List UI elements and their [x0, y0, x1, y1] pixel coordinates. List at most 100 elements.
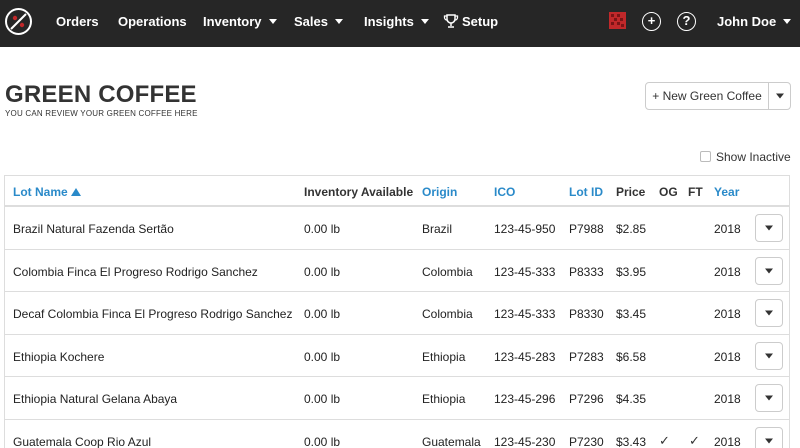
- table-body: Brazil Natural Fazenda Sertão 0.00 lb Br…: [5, 207, 789, 448]
- table-row[interactable]: Guatemala Coop Rio Azul 0.00 lb Guatemal…: [5, 420, 789, 448]
- ico-cell: 123-45-333: [494, 307, 556, 321]
- inventory-cell: 0.00 lb: [304, 222, 341, 236]
- chevron-down-icon: [334, 19, 343, 24]
- year-cell: 2018: [714, 392, 741, 406]
- new-green-coffee-button[interactable]: + New Green Coffee: [645, 82, 769, 110]
- nav-setup-label: Setup: [462, 14, 499, 29]
- price-cell: $6.58: [616, 349, 647, 364]
- lot-name-cell[interactable]: Decaf Colombia Finca El Progreso Rodrigo…: [13, 307, 292, 321]
- lot-id-cell: P8333: [569, 264, 604, 279]
- nav-inventory[interactable]: Inventory: [203, 0, 277, 47]
- inventory-cell: 0.00 lb: [304, 434, 341, 448]
- new-options-dropdown-button[interactable]: [768, 82, 791, 110]
- lot-id-cell: P7283: [569, 349, 604, 364]
- top-nav: Orders Operations Inventory Sales Insigh…: [0, 0, 800, 47]
- lot-name-cell[interactable]: Colombia Finca El Progreso Rodrigo Sanch…: [13, 265, 258, 279]
- ico-cell: 123-45-333: [494, 264, 556, 279]
- column-header-ft: FT: [688, 185, 703, 199]
- origin-cell: Brazil: [422, 222, 453, 236]
- row-actions-dropdown-button[interactable]: [755, 341, 783, 370]
- row-actions-dropdown-button[interactable]: [755, 384, 783, 412]
- lot-name-cell[interactable]: Brazil Natural Fazenda Sertão: [13, 222, 174, 236]
- price-cell: $3.43: [616, 434, 647, 448]
- nav-orders[interactable]: Orders: [56, 0, 99, 47]
- lot-id-cell: P7988: [569, 222, 604, 236]
- nav-sales[interactable]: Sales: [294, 0, 343, 47]
- inventory-cell: 0.00 lb: [304, 307, 341, 321]
- table-row[interactable]: Colombia Finca El Progreso Rodrigo Sanch…: [5, 250, 789, 292]
- nav-insights-label: Insights: [364, 14, 414, 29]
- row-actions-dropdown-button[interactable]: [755, 214, 783, 242]
- help-icon[interactable]: ?: [677, 12, 696, 31]
- user-menu[interactable]: John Doe: [717, 0, 792, 47]
- ico-cell: 123-45-296: [494, 392, 556, 406]
- chevron-down-icon: [765, 268, 773, 273]
- table-header: Lot Name Inventory Available Origin ICO …: [5, 176, 789, 207]
- chevron-down-icon: [765, 395, 773, 401]
- notifications-icon[interactable]: [609, 12, 626, 29]
- lot-name-cell[interactable]: Ethiopia Kochere: [13, 350, 104, 364]
- chevron-down-icon: [765, 353, 773, 358]
- column-header-inventory: Inventory Available: [304, 185, 414, 199]
- ico-cell: 123-45-230: [494, 434, 556, 448]
- row-actions-dropdown-button[interactable]: [755, 256, 783, 285]
- column-header-og: OG: [659, 185, 678, 199]
- lot-name-cell[interactable]: Guatemala Coop Rio Azul: [13, 435, 151, 448]
- add-icon[interactable]: +: [642, 12, 661, 31]
- nav-sales-label: Sales: [294, 14, 328, 29]
- row-actions-dropdown-button[interactable]: [755, 299, 783, 327]
- column-header-lot-name[interactable]: Lot Name: [13, 185, 81, 199]
- column-header-lot-name-label: Lot Name: [13, 185, 68, 199]
- ico-cell: 123-45-283: [494, 349, 556, 364]
- show-inactive-label[interactable]: Show Inactive: [716, 150, 791, 164]
- year-cell: 2018: [714, 434, 741, 448]
- origin-cell: Guatemala: [422, 434, 481, 448]
- user-name: John Doe: [717, 14, 777, 29]
- year-cell: 2018: [714, 307, 741, 321]
- inventory-cell: 0.00 lb: [304, 264, 341, 279]
- inventory-cell: 0.00 lb: [304, 349, 341, 364]
- origin-cell: Ethiopia: [422, 392, 466, 406]
- chevron-down-icon: [765, 310, 773, 316]
- og-check-icon: ✓: [659, 432, 670, 448]
- column-header-ico[interactable]: ICO: [494, 185, 515, 199]
- nav-operations[interactable]: Operations: [118, 0, 187, 47]
- ft-check-icon: ✓: [689, 432, 700, 448]
- price-cell: $2.85: [616, 222, 647, 236]
- column-header-price: Price: [616, 185, 646, 199]
- origin-cell: Colombia: [422, 307, 473, 321]
- column-header-lot-id[interactable]: Lot ID: [569, 185, 603, 199]
- inventory-cell: 0.00 lb: [304, 392, 341, 406]
- show-inactive-checkbox[interactable]: [700, 151, 711, 162]
- row-actions-dropdown-button[interactable]: [755, 426, 783, 448]
- table-row[interactable]: Ethiopia Kochere 0.00 lb Ethiopia 123-45…: [5, 335, 789, 377]
- column-header-origin[interactable]: Origin: [422, 185, 457, 199]
- green-coffee-table: Lot Name Inventory Available Origin ICO …: [4, 175, 790, 448]
- nav-inventory-label: Inventory: [203, 14, 262, 29]
- column-header-year[interactable]: Year: [714, 185, 739, 199]
- chevron-down-icon: [268, 19, 277, 24]
- app-logo[interactable]: [5, 8, 32, 35]
- page-title: GREEN COFFEE: [5, 81, 197, 108]
- table-row[interactable]: Brazil Natural Fazenda Sertão 0.00 lb Br…: [5, 207, 789, 250]
- year-cell: 2018: [714, 222, 741, 236]
- lot-name-cell[interactable]: Ethiopia Natural Gelana Abaya: [13, 392, 177, 406]
- year-cell: 2018: [714, 349, 741, 364]
- price-cell: $3.45: [616, 307, 647, 321]
- lot-id-cell: P8330: [569, 307, 604, 321]
- lot-id-cell: P7230: [569, 434, 604, 448]
- table-row[interactable]: Ethiopia Natural Gelana Abaya 0.00 lb Et…: [5, 377, 789, 420]
- table-row[interactable]: Decaf Colombia Finca El Progreso Rodrigo…: [5, 292, 789, 335]
- nav-setup[interactable]: Setup: [443, 0, 498, 47]
- nav-insights[interactable]: Insights: [364, 0, 429, 47]
- price-cell: $4.35: [616, 392, 647, 406]
- chevron-down-icon: [765, 225, 773, 231]
- origin-cell: Colombia: [422, 264, 473, 279]
- chevron-down-icon: [765, 438, 773, 443]
- year-cell: 2018: [714, 264, 741, 279]
- ico-cell: 123-45-950: [494, 222, 556, 236]
- chevron-down-icon: [420, 19, 429, 24]
- page-subtitle: YOU CAN REVIEW YOUR GREEN COFFEE HERE: [5, 109, 198, 118]
- price-cell: $3.95: [616, 264, 647, 279]
- origin-cell: Ethiopia: [422, 349, 466, 364]
